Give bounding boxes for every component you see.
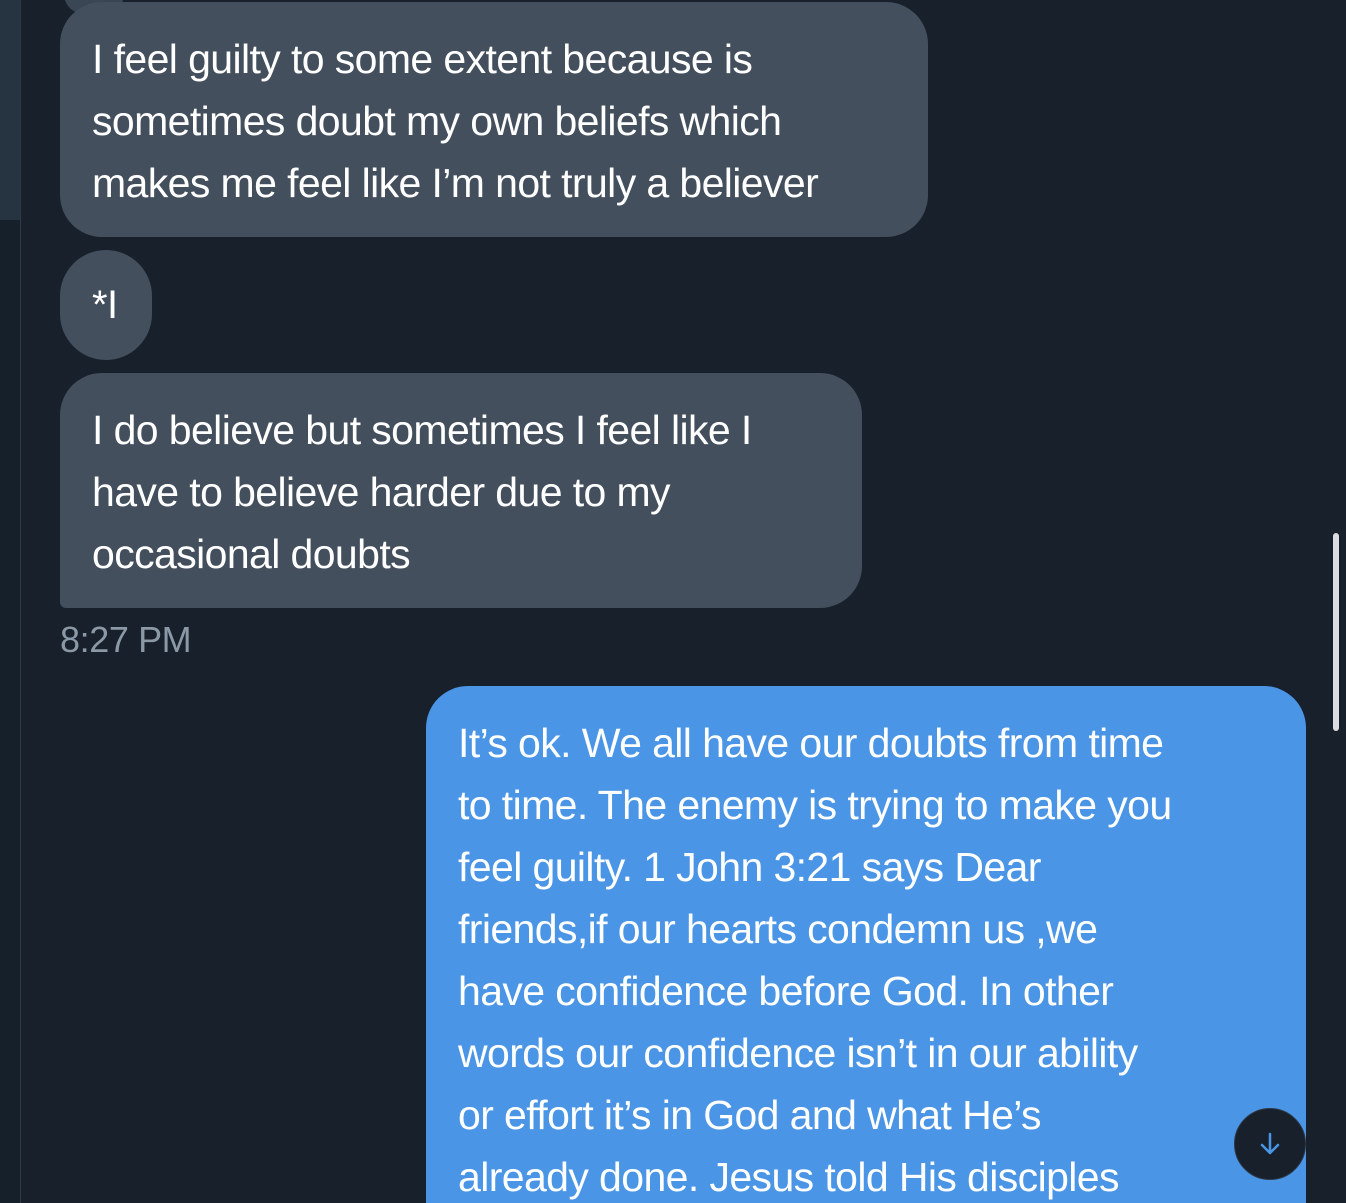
scroll-to-bottom-button[interactable]: [1234, 1108, 1306, 1180]
arrow-down-icon: [1260, 1132, 1280, 1155]
received-message-bubble[interactable]: I do believe but sometimes I feel like I…: [60, 373, 862, 608]
sent-message-bubble[interactable]: It’s ok. We all have our doubts from tim…: [426, 686, 1306, 1203]
message-timestamp: 8:27 PM: [60, 619, 192, 660]
left-panel-edge: [0, 0, 21, 1203]
scrollbar-thumb[interactable]: [1333, 533, 1339, 731]
left-panel-tab: [0, 0, 20, 220]
dm-conversation-view: I feel guilty to some extent because is …: [0, 0, 1346, 1203]
received-message-bubble[interactable]: *I: [60, 250, 152, 360]
received-message-bubble[interactable]: I feel guilty to some extent because is …: [60, 2, 928, 237]
